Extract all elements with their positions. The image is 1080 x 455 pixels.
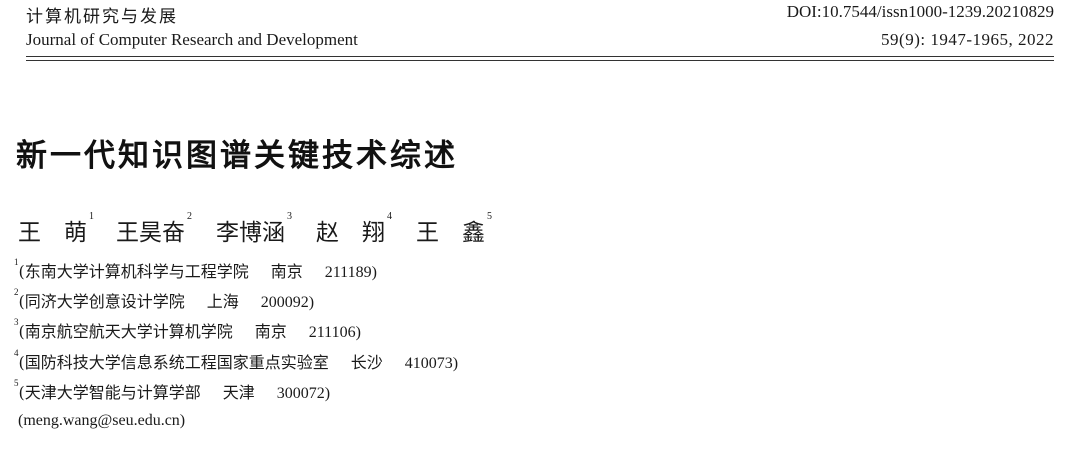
- affiliation-4: 4(国防科技大学信息系统工程国家重点实验室 长沙 410073): [14, 348, 459, 372]
- author-1: 王 萌1: [18, 211, 94, 247]
- author-name: 李博涵: [216, 220, 285, 246]
- affiliation-3: 3(南京航空航天大学计算机学院 南京 211106): [14, 317, 361, 341]
- author-affil-mark: 2: [187, 211, 192, 222]
- affiliation-5: 5(天津大学智能与计算学部 天津 300072): [14, 378, 331, 402]
- author-name: 赵 翔: [316, 220, 385, 246]
- author-affil-mark: 4: [387, 211, 392, 222]
- author-name: 王 鑫: [416, 220, 485, 246]
- journal-header: 计算机研究与发展 Journal of Computer Research an…: [26, 0, 1054, 60]
- author-affil-mark: 1: [89, 211, 94, 222]
- affiliation-2: 2(同济大学创意设计学院 上海 200092): [14, 287, 315, 311]
- header-rule-top: [26, 56, 1054, 57]
- volume-issue-pages: 59(9): 1947-1965, 2022: [881, 30, 1054, 49]
- contact-email: (meng.wang@seu.edu.cn): [18, 412, 186, 429]
- author-affil-mark: 3: [287, 211, 292, 222]
- author-5: 王 鑫5: [416, 211, 492, 247]
- author-3: 李博涵3: [216, 211, 292, 247]
- paper-title: 新一代知识图谱关键技术综述: [16, 138, 458, 174]
- affiliation-1: 1(东南大学计算机科学与工程学院 南京 211189): [14, 257, 377, 281]
- author-affil-mark: 5: [487, 211, 492, 222]
- journal-name-en: Journal of Computer Research and Develop…: [26, 30, 358, 49]
- author-name: 王昊奋: [116, 220, 185, 246]
- header-rule-bottom: [26, 60, 1054, 61]
- journal-name-cn: 计算机研究与发展: [26, 7, 178, 27]
- doi: DOI:10.7544/issn1000-1239.20210829: [786, 2, 1054, 21]
- author-2: 王昊奋2: [116, 211, 192, 247]
- author-name: 王 萌: [18, 220, 87, 246]
- author-4: 赵 翔4: [316, 211, 392, 247]
